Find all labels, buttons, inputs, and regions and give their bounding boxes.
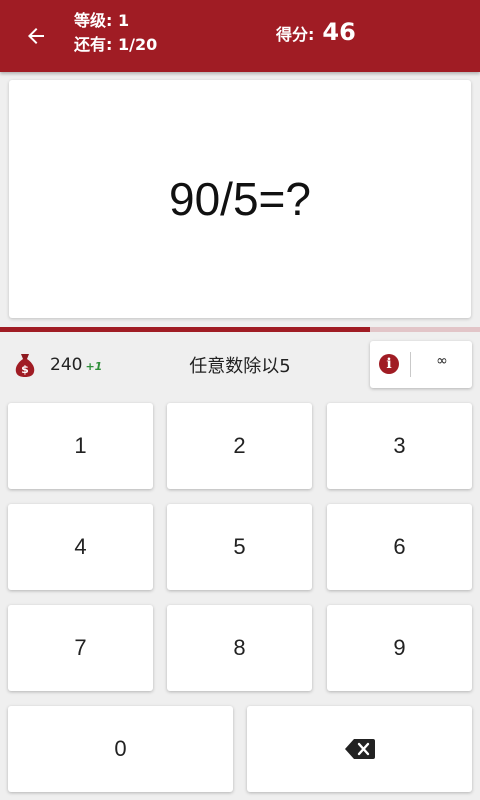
divider [410,352,411,377]
key-3[interactable]: 3 [327,403,472,489]
remaining-value: 1/20 [117,35,158,54]
hint-text: 任意数除以5 [189,356,291,377]
remaining-label: 还有: [74,35,113,54]
backspace-icon [344,739,375,759]
level-status: 等级: 1 还有: 1/20 [74,9,157,57]
key-2[interactable]: 2 [167,403,312,489]
money-bag-icon: $ [15,354,35,377]
key-0[interactable]: 0 [8,706,233,792]
score-label: 得分: [276,25,315,44]
app-bar: 等级: 1 还有: 1/20 得分: 46 [0,0,480,72]
key-8[interactable]: 8 [167,605,312,691]
question-card: 90/5=? [9,80,471,318]
question-text: 90/5=? [169,173,311,225]
level-value: 1 [117,11,130,30]
key-4[interactable]: 4 [8,504,153,590]
coin-value: 240 [50,355,83,375]
coin-bonus: +1 [85,360,103,373]
key-9[interactable]: 9 [327,605,472,691]
timer-value: ∞ [436,353,448,369]
progress-bar [0,327,480,332]
tools-box: i ∞ [370,341,472,388]
arrow-left-icon [28,28,44,44]
info-icon[interactable]: i [379,354,399,374]
score-value: 46 [322,18,356,46]
progress-fill [0,327,370,332]
score: 得分: 46 [276,18,356,46]
key-7[interactable]: 7 [8,605,153,691]
level-label: 等级: [74,11,113,30]
key-5[interactable]: 5 [167,504,312,590]
svg-text:$: $ [21,363,29,376]
key-1[interactable]: 1 [8,403,153,489]
key-6[interactable]: 6 [327,504,472,590]
coin-counter: $ 240 +1 [14,352,102,378]
back-button[interactable] [16,16,56,56]
backspace-button[interactable] [247,706,472,792]
